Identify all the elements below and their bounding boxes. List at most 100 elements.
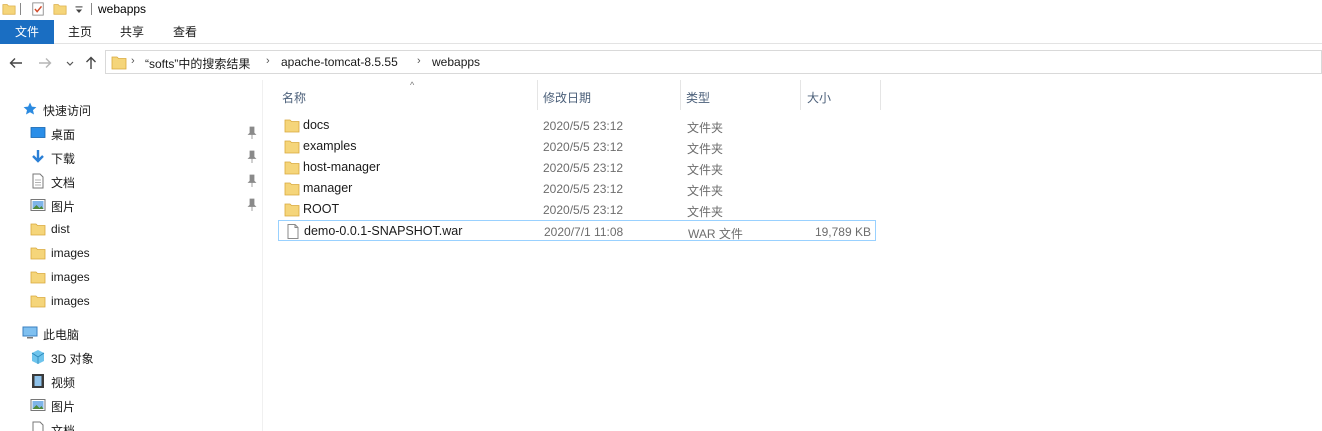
file-name: examples [303, 139, 357, 153]
nav-label: 图片 [51, 400, 76, 414]
tab-view[interactable]: 查看 [163, 20, 207, 44]
file-type: 文件夹 [687, 142, 724, 156]
table-row[interactable]: host-manager 2020/5/5 23:12 文件夹 [278, 157, 876, 178]
file-type: 文件夹 [687, 163, 724, 177]
nav-item-documents[interactable]: 文档 [0, 170, 263, 192]
nav-item-videos[interactable]: 视频 [0, 370, 263, 392]
column-label: 名称 [282, 91, 307, 105]
3d-objects-icon [31, 350, 45, 364]
folder-icon [111, 56, 127, 70]
window-title: webapps [98, 2, 147, 16]
nav-item-pictures[interactable]: 图片 [0, 194, 263, 216]
ribbon-tabs: 文件 主页 共享 查看 [0, 20, 1322, 44]
computer-icon [22, 326, 38, 339]
file-date: 2020/5/5 23:12 [543, 182, 624, 196]
videos-icon [32, 374, 44, 388]
nav-item-desktop[interactable]: 桌面 [0, 122, 263, 144]
breadcrumb-webapps[interactable]: webapps [432, 55, 480, 69]
pictures-icon [30, 399, 46, 411]
file-icon [287, 224, 299, 239]
star-icon [23, 102, 37, 115]
table-row[interactable]: examples 2020/5/5 23:12 文件夹 [278, 136, 876, 157]
file-size: 19,789 KB [814, 225, 871, 239]
folder-icon [30, 247, 46, 260]
file-name: host-manager [303, 160, 381, 174]
nav-item-images[interactable]: images [0, 290, 263, 312]
column-divider[interactable] [880, 80, 881, 110]
table-row[interactable]: ROOT 2020/5/5 23:12 文件夹 [278, 199, 876, 220]
sort-ascending-icon: ^ [410, 80, 415, 90]
address-bar[interactable]: › “softs”中的搜索结果 › apache-tomcat-8.5.55 ›… [105, 50, 1322, 74]
breadcrumb-separator: › [131, 55, 135, 67]
folder-icon [284, 203, 300, 217]
table-row[interactable]: docs 2020/5/5 23:12 文件夹 [278, 115, 876, 136]
column-header-name[interactable]: ^ 名称 [272, 80, 538, 110]
breadcrumb-separator: › [266, 55, 270, 67]
breadcrumb-search-results[interactable]: “softs”中的搜索结果 [145, 55, 250, 72]
nav-label: 视频 [51, 376, 76, 390]
nav-item-dist[interactable]: dist [0, 218, 263, 240]
file-name: docs [303, 118, 330, 132]
folder-icon [284, 119, 300, 133]
breadcrumb-apache-tomcat[interactable]: apache-tomcat-8.5.55 [281, 55, 398, 69]
back-icon[interactable] [8, 54, 24, 72]
new-folder-icon[interactable] [53, 2, 67, 16]
tab-home[interactable]: 主页 [58, 20, 102, 44]
nav-label: 文档 [51, 424, 76, 431]
pin-icon [247, 174, 257, 187]
nav-label: images [51, 294, 90, 308]
pin-icon [247, 150, 257, 163]
nav-label: dist [51, 222, 70, 236]
column-label: 大小 [807, 91, 832, 105]
file-type: 文件夹 [687, 121, 724, 135]
title-divider [91, 3, 92, 15]
nav-label: 此电脑 [43, 328, 80, 342]
desktop-icon [30, 127, 46, 138]
folder-icon [284, 140, 300, 154]
table-row-selected[interactable]: demo-0.0.1-SNAPSHOT.war 2020/7/1 11:08 W… [278, 220, 876, 241]
nav-item-3d-objects[interactable]: 3D 对象 [0, 346, 263, 368]
file-date: 2020/7/1 11:08 [544, 225, 624, 239]
pin-icon [247, 126, 257, 139]
properties-icon[interactable] [31, 2, 45, 16]
nav-item-downloads[interactable]: 下载 [0, 146, 263, 168]
customize-toolbar-icon[interactable] [72, 2, 86, 16]
folder-icon [284, 182, 300, 196]
file-name: ROOT [303, 202, 340, 216]
folder-icon [30, 271, 46, 284]
forward-icon[interactable] [37, 54, 53, 72]
file-date: 2020/5/5 23:12 [543, 161, 624, 175]
column-header-date[interactable]: 修改日期 [538, 80, 681, 110]
column-label: 修改日期 [543, 91, 592, 105]
folder-icon [30, 223, 46, 236]
file-date: 2020/5/5 23:12 [543, 140, 624, 154]
documents-icon [32, 421, 44, 431]
tab-share[interactable]: 共享 [110, 20, 154, 44]
file-list: ^ 名称 修改日期 类型 大小 docs 2020/5/5 23:12 文件夹 … [264, 80, 1322, 431]
table-row[interactable]: manager 2020/5/5 23:12 文件夹 [278, 178, 876, 199]
up-icon[interactable] [83, 54, 99, 72]
nav-quick-access[interactable]: 快速访问 [0, 98, 263, 120]
nav-label: images [51, 246, 90, 260]
navigation-pane: 快速访问 桌面 下载 文档 图片 dist images images imag… [0, 80, 263, 431]
nav-label: 3D 对象 [51, 352, 94, 366]
column-header-type[interactable]: 类型 [681, 80, 801, 110]
nav-label: 下载 [51, 152, 76, 166]
documents-icon [32, 173, 44, 189]
download-icon [32, 150, 44, 163]
nav-label: 桌面 [51, 128, 76, 142]
nav-this-pc[interactable]: 此电脑 [0, 322, 263, 344]
breadcrumb-separator: › [417, 55, 421, 67]
nav-item-images[interactable]: images [0, 242, 263, 264]
nav-label: 文档 [51, 176, 76, 190]
column-header-size[interactable]: 大小 [801, 80, 881, 110]
file-name: demo-0.0.1-SNAPSHOT.war [304, 224, 463, 238]
nav-item-pictures[interactable]: 图片 [0, 394, 263, 416]
pictures-icon [30, 199, 46, 211]
nav-item-documents[interactable]: 文档 [0, 418, 263, 431]
recent-locations-icon[interactable] [64, 54, 76, 72]
file-type: 文件夹 [687, 205, 724, 219]
nav-item-images[interactable]: images [0, 266, 263, 288]
tab-file[interactable]: 文件 [0, 20, 54, 44]
nav-label: images [51, 270, 90, 284]
